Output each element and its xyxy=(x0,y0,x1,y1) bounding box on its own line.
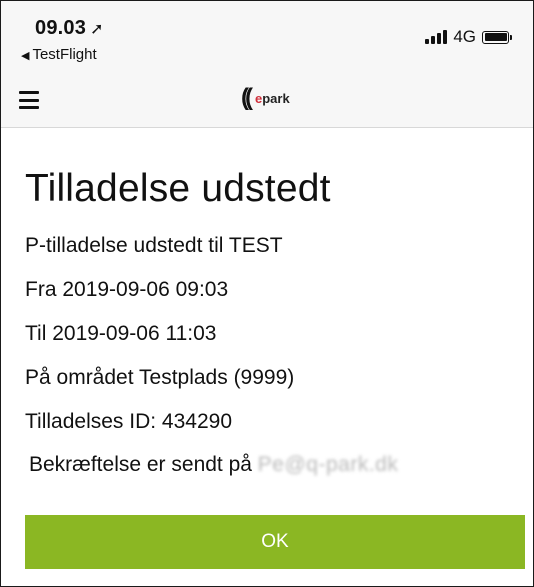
signal-bars-icon xyxy=(425,30,448,44)
logo-word: park xyxy=(262,90,290,106)
confirmation-prefix: Bekræftelse er sendt på xyxy=(29,453,252,476)
permit-id-text: Tilladelses ID: 434290 xyxy=(25,410,233,433)
ok-button[interactable]: OK xyxy=(25,515,525,569)
hamburger-menu-icon[interactable] xyxy=(19,91,39,109)
network-status: 4G xyxy=(425,27,512,47)
issued-to-text: P-tilladelse udstedt til TEST xyxy=(25,234,283,257)
confirmation-email-redacted: Pe@q-park.dk xyxy=(257,453,399,476)
confirmation-text: Bekræftelse er sendt på Pe@q-park.dk xyxy=(29,453,398,477)
valid-from-text: Fra 2019-09-06 09:03 xyxy=(25,278,229,301)
status-time: 09.03 ➚ xyxy=(35,17,104,40)
back-chevron-icon: ◀ xyxy=(21,50,30,62)
back-app-label: TestFlight xyxy=(32,46,97,63)
network-type: 4G xyxy=(453,27,476,46)
logo-brackets: (( xyxy=(241,84,253,111)
phone-screen: 09.03 ➚ ◀ TestFlight 4G ((e park Tilladelse… xyxy=(0,0,534,587)
valid-to-text: Til 2019-09-06 11:03 xyxy=(25,322,217,345)
back-to-app-link[interactable]: ◀ TestFlight xyxy=(21,46,97,63)
status-bar: 09.03 ➚ ◀ TestFlight 4G xyxy=(1,1,533,75)
page-title: Tilladelse udstedt xyxy=(25,167,331,210)
logo-e: e xyxy=(254,90,263,106)
app-header: ((e park xyxy=(1,75,533,128)
status-time-text: 09.03 xyxy=(35,17,87,39)
battery-icon xyxy=(482,30,512,44)
area-text: På området Testplads (9999) xyxy=(25,366,295,389)
epark-logo: ((e park xyxy=(241,86,290,110)
location-arrow-icon: ➚ xyxy=(90,21,104,38)
